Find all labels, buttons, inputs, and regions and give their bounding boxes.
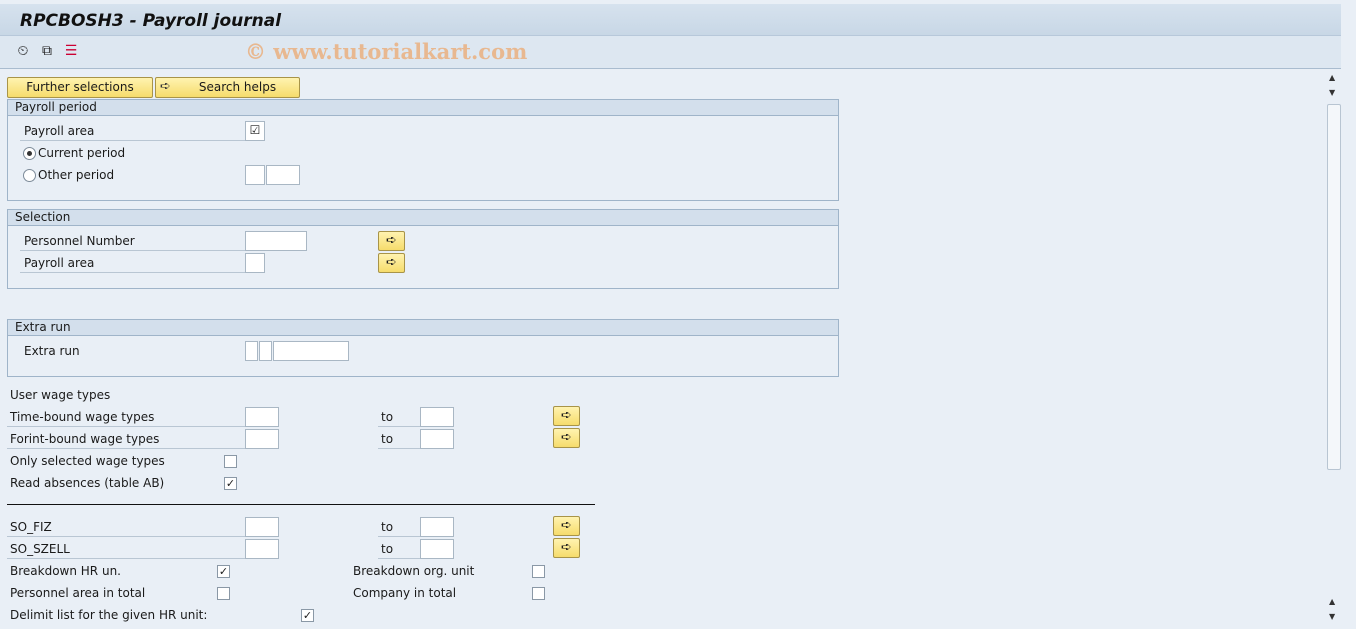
only-selected-label: Only selected wage types <box>10 454 165 468</box>
multiple-selection-button[interactable]: ➪ <box>553 406 580 426</box>
scrollbar-thumb[interactable] <box>1327 104 1341 470</box>
personnel-number-input[interactable] <box>245 231 307 251</box>
read-absences-checkbox[interactable]: ✓ <box>224 477 237 490</box>
page-title: RPCBOSH3 - Payroll journal <box>20 11 282 31</box>
breakdown-hr-label: Breakdown HR un. <box>10 564 121 578</box>
so-szell-from-input[interactable] <box>245 539 279 559</box>
extra-run-group: Extra run <box>7 319 839 377</box>
payroll-area-input[interactable] <box>245 253 265 273</box>
payroll-area-checkbox[interactable]: ☑ <box>245 121 265 141</box>
multiple-selection-button[interactable]: ➪ <box>553 428 580 448</box>
breakdown-hr-checkbox[interactable]: ✓ <box>217 565 230 578</box>
delimit-label: Delimit list for the given HR unit: <box>10 608 208 622</box>
to-label: to <box>381 542 394 556</box>
forint-bound-label: Forint-bound wage types <box>10 432 160 446</box>
other-period-radio[interactable] <box>23 169 36 182</box>
multiple-selection-button[interactable]: ➪ <box>553 538 580 558</box>
vertical-scrollbar[interactable]: ▲ ▼ ▲ ▼ <box>1326 70 1342 629</box>
group-title: Selection <box>8 210 838 226</box>
so-fiz-to-input[interactable] <box>420 517 454 537</box>
extra-run-input-3[interactable] <box>273 341 349 361</box>
divider <box>20 272 245 273</box>
extra-run-label: Extra run <box>24 344 80 358</box>
execute-icon[interactable]: ⏲ <box>14 42 32 60</box>
current-period-radio[interactable] <box>23 147 36 160</box>
multiple-selection-button[interactable]: ➪ <box>378 253 405 273</box>
divider <box>20 140 245 141</box>
company-total-checkbox[interactable] <box>532 587 545 600</box>
divider <box>7 558 245 559</box>
get-variant-icon[interactable]: ⧉ <box>38 42 56 60</box>
personnel-area-total-checkbox[interactable] <box>217 587 230 600</box>
search-helps-button[interactable]: ➪ Search helps <box>155 77 300 98</box>
personnel-number-label: Personnel Number <box>24 234 135 248</box>
title-bar: RPCBOSH3 - Payroll journal <box>0 4 1341 36</box>
divider <box>378 536 420 537</box>
year-input[interactable] <box>266 165 300 185</box>
watermark: © www.tutorialkart.com <box>245 39 528 64</box>
scroll-up-icon[interactable]: ▲ <box>1329 597 1335 606</box>
period-input[interactable] <box>245 165 265 185</box>
other-period-label: Other period <box>38 168 115 182</box>
so-szell-to-input[interactable] <box>420 539 454 559</box>
multiple-selection-button[interactable]: ➪ <box>378 231 405 251</box>
scroll-down-icon[interactable]: ▼ <box>1329 88 1335 97</box>
group-title: Payroll period <box>8 100 838 116</box>
group-title: Extra run <box>8 320 838 336</box>
breakdown-org-label: Breakdown org. unit <box>353 564 475 578</box>
divider <box>20 250 245 251</box>
divider <box>7 426 245 427</box>
only-selected-checkbox[interactable] <box>224 455 237 468</box>
extra-run-input-2[interactable] <box>259 341 272 361</box>
separator-line <box>7 504 595 505</box>
current-period-label: Current period <box>38 146 126 160</box>
payroll-period-group: Payroll period <box>7 99 839 201</box>
application-toolbar: ⏲ ⧉ ☰ © www.tutorialkart.com <box>0 36 1341 69</box>
forint-bound-from-input[interactable] <box>245 429 279 449</box>
delimit-checkbox[interactable]: ✓ <box>301 609 314 622</box>
to-label: to <box>381 520 394 534</box>
payroll-area-label: Payroll area <box>24 256 95 270</box>
divider <box>378 426 420 427</box>
divider <box>378 448 420 449</box>
to-label: to <box>381 432 394 446</box>
payroll-area-label: Payroll area <box>24 124 95 138</box>
extra-run-input-1[interactable] <box>245 341 258 361</box>
company-total-label: Company in total <box>353 586 457 600</box>
multiple-selection-button[interactable]: ➪ <box>553 516 580 536</box>
user-wage-types-heading: User wage types <box>10 388 111 402</box>
so-fiz-from-input[interactable] <box>245 517 279 537</box>
divider <box>378 558 420 559</box>
scroll-top-icon[interactable]: ▲ <box>1329 73 1335 82</box>
scroll-bottom-icon[interactable]: ▼ <box>1329 612 1335 621</box>
time-bound-to-input[interactable] <box>420 407 454 427</box>
so-fiz-label: SO_FIZ <box>10 520 52 534</box>
so-szell-label: SO_SZELL <box>10 542 70 556</box>
further-selections-button[interactable]: Further selections <box>7 77 153 98</box>
selection-options-icon[interactable]: ☰ <box>62 42 80 60</box>
to-label: to <box>381 410 394 424</box>
breakdown-org-checkbox[interactable] <box>532 565 545 578</box>
forint-bound-to-input[interactable] <box>420 429 454 449</box>
time-bound-from-input[interactable] <box>245 407 279 427</box>
search-helps-label: Search helps <box>198 80 277 94</box>
read-absences-label: Read absences (table AB) <box>10 476 165 490</box>
selection-group: Selection <box>7 209 839 289</box>
arrow-right-icon: ➪ <box>160 79 171 94</box>
divider <box>7 536 245 537</box>
personnel-area-total-label: Personnel area in total <box>10 586 146 600</box>
time-bound-label: Time-bound wage types <box>10 410 155 424</box>
divider <box>7 448 245 449</box>
